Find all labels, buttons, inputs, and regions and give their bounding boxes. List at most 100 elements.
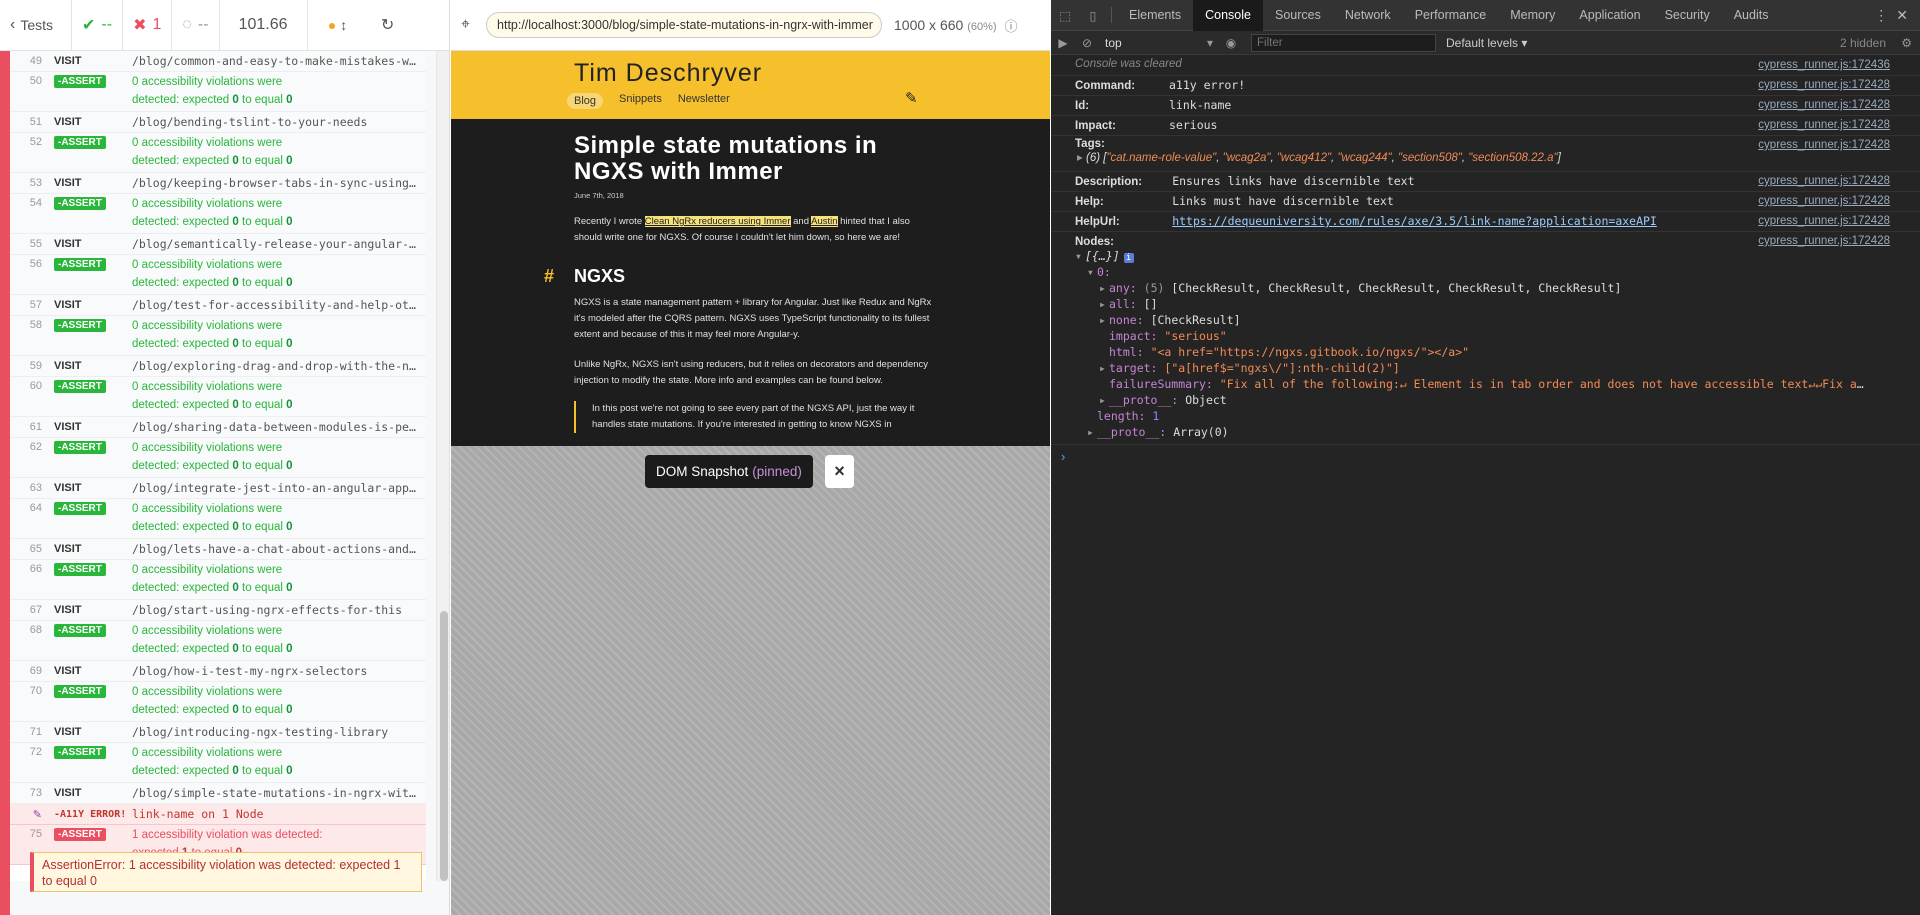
back-to-tests-button[interactable]: ‹ Tests bbox=[0, 0, 72, 51]
more-options-icon[interactable]: ⋮ bbox=[1874, 7, 1888, 24]
visit-row[interactable]: 55 VISIT/blog/semantically-release-your-a… bbox=[10, 234, 426, 255]
info-icon[interactable]: ⓘ bbox=[1005, 16, 1018, 35]
aut-iframe: Tim Deschryver Blog Snippets Newsletter … bbox=[451, 51, 1050, 446]
tab-console[interactable]: Console bbox=[1193, 0, 1263, 31]
nav-snippets[interactable]: Snippets bbox=[619, 93, 662, 109]
context-select[interactable]: top ▾ bbox=[1099, 36, 1219, 50]
visit-row[interactable]: 59 VISIT/blog/exploring-drag-and-drop-wit… bbox=[10, 356, 426, 377]
tree-target[interactable]: ▸ target: ["a[href$="ngxs\/"]:nth-child(2… bbox=[1075, 360, 1910, 376]
tree-item-0[interactable]: ▾ 0: bbox=[1075, 264, 1910, 280]
pending-stat[interactable]: ◌ -- bbox=[172, 0, 220, 51]
url-bar[interactable]: http://localhost:3000/blog/simple-state-… bbox=[486, 12, 883, 38]
viewport-info[interactable]: 1000 x 660 (60%) bbox=[894, 17, 997, 33]
failed-stat[interactable]: ✖ 1 bbox=[123, 0, 173, 51]
close-snapshot-button[interactable]: × bbox=[825, 455, 854, 488]
source-link[interactable]: cypress_runner.js:172428 bbox=[1758, 139, 1890, 151]
nav-newsletter[interactable]: Newsletter bbox=[678, 93, 730, 109]
device-toolbar-icon[interactable]: ▯ bbox=[1079, 8, 1107, 23]
assert-row[interactable]: 52 -ASSERT 0 accessibility violations were… bbox=[10, 133, 426, 173]
assert-row[interactable]: 68 -ASSERT 0 accessibility violations were… bbox=[10, 621, 426, 661]
tab-security[interactable]: Security bbox=[1653, 0, 1722, 31]
eyedropper-icon[interactable]: ✎ bbox=[905, 89, 918, 107]
tree-proto[interactable]: ▸ __proto__: Object bbox=[1075, 392, 1910, 408]
assert-row[interactable]: 64 -ASSERT 0 accessibility violations were… bbox=[10, 499, 426, 539]
source-link[interactable]: cypress_runner.js:172428 bbox=[1758, 175, 1890, 187]
command-name: VISIT bbox=[54, 726, 82, 738]
assert-text-a: 1 accessibility violation was detected: bbox=[132, 829, 323, 841]
tab-network[interactable]: Network bbox=[1333, 0, 1403, 31]
sidebar-toggle-icon[interactable]: ▶ bbox=[1051, 36, 1075, 50]
console-filter-input[interactable] bbox=[1251, 33, 1436, 52]
assert-row[interactable]: 56 -ASSERT 0 accessibility violations were… bbox=[10, 255, 426, 295]
assert-row[interactable]: 66 -ASSERT 0 accessibility violations were… bbox=[10, 560, 426, 600]
source-link[interactable]: cypress_runner.js:172428 bbox=[1758, 215, 1890, 227]
tree-any[interactable]: ▸ any: (5) [CheckResult, CheckResult, Che… bbox=[1075, 280, 1910, 296]
selector-playground-icon[interactable]: ⌖ bbox=[461, 16, 470, 34]
assert-row[interactable]: 70 -ASSERT 0 accessibility violations were… bbox=[10, 682, 426, 722]
site-title[interactable]: Tim Deschryver bbox=[574, 59, 762, 88]
tab-memory[interactable]: Memory bbox=[1498, 0, 1567, 31]
assert-actual: 0 bbox=[232, 765, 239, 777]
pin-icon: ✎ bbox=[32, 808, 42, 821]
console-prompt[interactable]: › bbox=[1061, 449, 1065, 464]
tags-value[interactable]: ▸ (6) ["cat.name-role-value", "wcag2a", … bbox=[1075, 150, 1910, 164]
clear-console-icon[interactable]: ⊘ bbox=[1075, 36, 1099, 50]
assert-row[interactable]: 50 -ASSERT 0 accessibility violations were… bbox=[10, 72, 426, 112]
tree-none[interactable]: ▸ none: [CheckResult] bbox=[1075, 312, 1910, 328]
intro-link-austin[interactable]: Austin bbox=[811, 216, 838, 227]
tab-sources[interactable]: Sources bbox=[1263, 0, 1333, 31]
assert-row[interactable]: 58 -ASSERT 0 accessibility violations were… bbox=[10, 316, 426, 356]
tab-audits[interactable]: Audits bbox=[1722, 0, 1781, 31]
tree-root[interactable]: ▾ [{…}] i bbox=[1075, 248, 1910, 264]
scrollbar-thumb[interactable] bbox=[440, 611, 448, 881]
visit-row[interactable]: 67 VISIT/blog/start-using-ngrx-effects-fo… bbox=[10, 600, 426, 621]
close-devtools-icon[interactable]: ✕ bbox=[1896, 7, 1908, 24]
assertion-error-box[interactable]: AssertionError: 1 accessibility violatio… bbox=[30, 852, 422, 892]
tree-array-proto[interactable]: ▸ __proto__: Array(0) bbox=[1075, 424, 1910, 440]
tab-elements[interactable]: Elements bbox=[1117, 0, 1193, 31]
visit-row[interactable]: 49 VISIT/blog/common-and-easy-to-make-mis… bbox=[10, 51, 426, 72]
assert-row[interactable]: 72 -ASSERT 0 accessibility violations were… bbox=[10, 743, 426, 783]
tab-application[interactable]: Application bbox=[1567, 0, 1652, 31]
source-link[interactable]: cypress_runner.js:172428 bbox=[1758, 99, 1890, 111]
auto-scroll-toggle[interactable]: ● ↕ bbox=[308, 0, 368, 51]
helpurl-link[interactable]: https://dequeuniversity.com/rules/axe/3.… bbox=[1172, 214, 1657, 228]
visit-row[interactable]: 71 VISIT/blog/introducing-ngx-testing-lib… bbox=[10, 722, 426, 743]
assert-actual: 0 bbox=[232, 277, 239, 289]
assert-row[interactable]: 54 -ASSERT 0 accessibility violations were… bbox=[10, 194, 426, 234]
assert-to-equal: to equal bbox=[242, 277, 283, 289]
assert-row[interactable]: 62 -ASSERT 0 accessibility violations were… bbox=[10, 438, 426, 478]
passed-stat[interactable]: ✔ -- bbox=[72, 0, 124, 51]
visit-row[interactable]: 57 VISIT/blog/test-for-accessibility-and-… bbox=[10, 295, 426, 316]
visit-row[interactable]: 69 VISIT/blog/how-i-test-my-ngrx-selector… bbox=[10, 661, 426, 682]
inspect-element-icon[interactable]: ⬚ bbox=[1051, 8, 1079, 23]
expanded-arrow-icon: ▾ bbox=[1087, 265, 1094, 279]
source-link[interactable]: cypress_runner.js:172428 bbox=[1758, 195, 1890, 207]
tree-all[interactable]: ▸ all: [] bbox=[1075, 296, 1910, 312]
source-link[interactable]: cypress_runner.js:172428 bbox=[1758, 235, 1890, 247]
reporter-scrollbar[interactable] bbox=[436, 51, 449, 881]
visit-row[interactable]: 65 VISIT/blog/lets-have-a-chat-about-acti… bbox=[10, 539, 426, 560]
source-link[interactable]: cypress_runner.js:172428 bbox=[1758, 119, 1890, 131]
tab-performance[interactable]: Performance bbox=[1403, 0, 1499, 31]
source-link[interactable]: cypress_runner.js:172428 bbox=[1758, 79, 1890, 91]
assert-expected: 0 bbox=[286, 582, 293, 594]
intro-link-clean-ngrx[interactable]: Clean NgRx reducers using Immer bbox=[644, 216, 791, 227]
live-expression-icon[interactable]: ◉ bbox=[1219, 36, 1243, 50]
visit-row[interactable]: 73 VISIT/blog/simple-state-mutations-in-n… bbox=[10, 783, 426, 804]
a11y-error-row[interactable]: ✎ -A11Y ERROR! link-name on 1 Node bbox=[10, 804, 426, 825]
source-link[interactable]: cypress_runner.js:172436 bbox=[1758, 59, 1890, 71]
assert-row[interactable]: 60 -ASSERT 0 accessibility violations were… bbox=[10, 377, 426, 417]
visit-row[interactable]: 53 VISIT/blog/keeping-browser-tabs-in-syn… bbox=[10, 173, 426, 194]
rerun-button[interactable]: ↻ bbox=[368, 0, 408, 51]
intro-text-and: and bbox=[793, 216, 809, 227]
log-levels-select[interactable]: Default levels ▾ bbox=[1446, 36, 1527, 50]
visit-row[interactable]: 61 VISIT/blog/sharing-data-between-module… bbox=[10, 417, 426, 438]
anchor-hash[interactable]: # bbox=[544, 266, 554, 287]
assert-text-a: 0 accessibility violations were bbox=[132, 381, 283, 393]
console-settings-icon[interactable]: ⚙ bbox=[1901, 36, 1912, 50]
visit-row[interactable]: 51 VISIT/blog/bending-tslint-to-your-need… bbox=[10, 112, 426, 133]
nav-blog[interactable]: Blog bbox=[567, 93, 604, 109]
visit-row[interactable]: 63 VISIT/blog/integrate-jest-into-an-angu… bbox=[10, 478, 426, 499]
console-key: Command: bbox=[1075, 80, 1136, 92]
